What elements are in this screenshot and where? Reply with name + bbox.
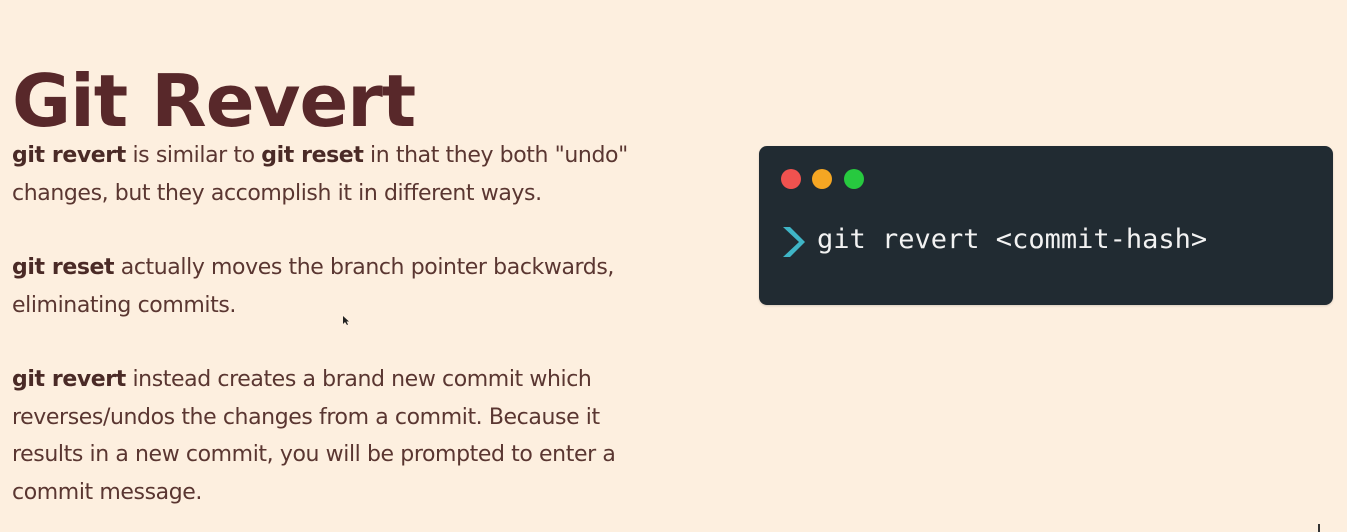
body-text: is similar to (125, 143, 262, 168)
window-close-dot[interactable] (781, 169, 801, 189)
keyword-text: git reset (261, 143, 364, 168)
window-minimize-dot[interactable] (812, 169, 832, 189)
terminal-command: git revert <commit-hash> (817, 224, 1208, 255)
body-text: reverses/undos the changes from a commit… (12, 404, 600, 430)
body-text: actually moves the branch pointer backwa… (114, 255, 615, 280)
slide-title: Git Revert (12, 59, 416, 143)
body-text: commit message. (12, 479, 203, 505)
paragraph-revert-vs-reset: git revert is similar to git reset in th… (12, 137, 732, 212)
body-text: in that they both "undo" (363, 143, 628, 168)
paragraph-git-reset: git reset actually moves the branch poin… (12, 249, 732, 324)
keyword-text: git revert (12, 143, 126, 168)
paragraph-git-revert: git revert instead creates a brand new c… (12, 361, 732, 511)
keyword-text: git revert (12, 367, 126, 392)
body-text: changes, but they accomplish it in diffe… (12, 180, 542, 206)
window-maximize-dot[interactable] (844, 169, 864, 189)
chevron-right-icon (779, 224, 805, 264)
keyword-text: git reset (12, 255, 115, 280)
body-text: eliminating commits. (12, 292, 236, 318)
edge-marker (1318, 524, 1320, 532)
body-text: results in a new commit, you will be pro… (12, 442, 616, 467)
body-text: instead creates a brand new commit which (125, 367, 592, 392)
terminal-window: git revert <commit-hash> (759, 146, 1333, 305)
